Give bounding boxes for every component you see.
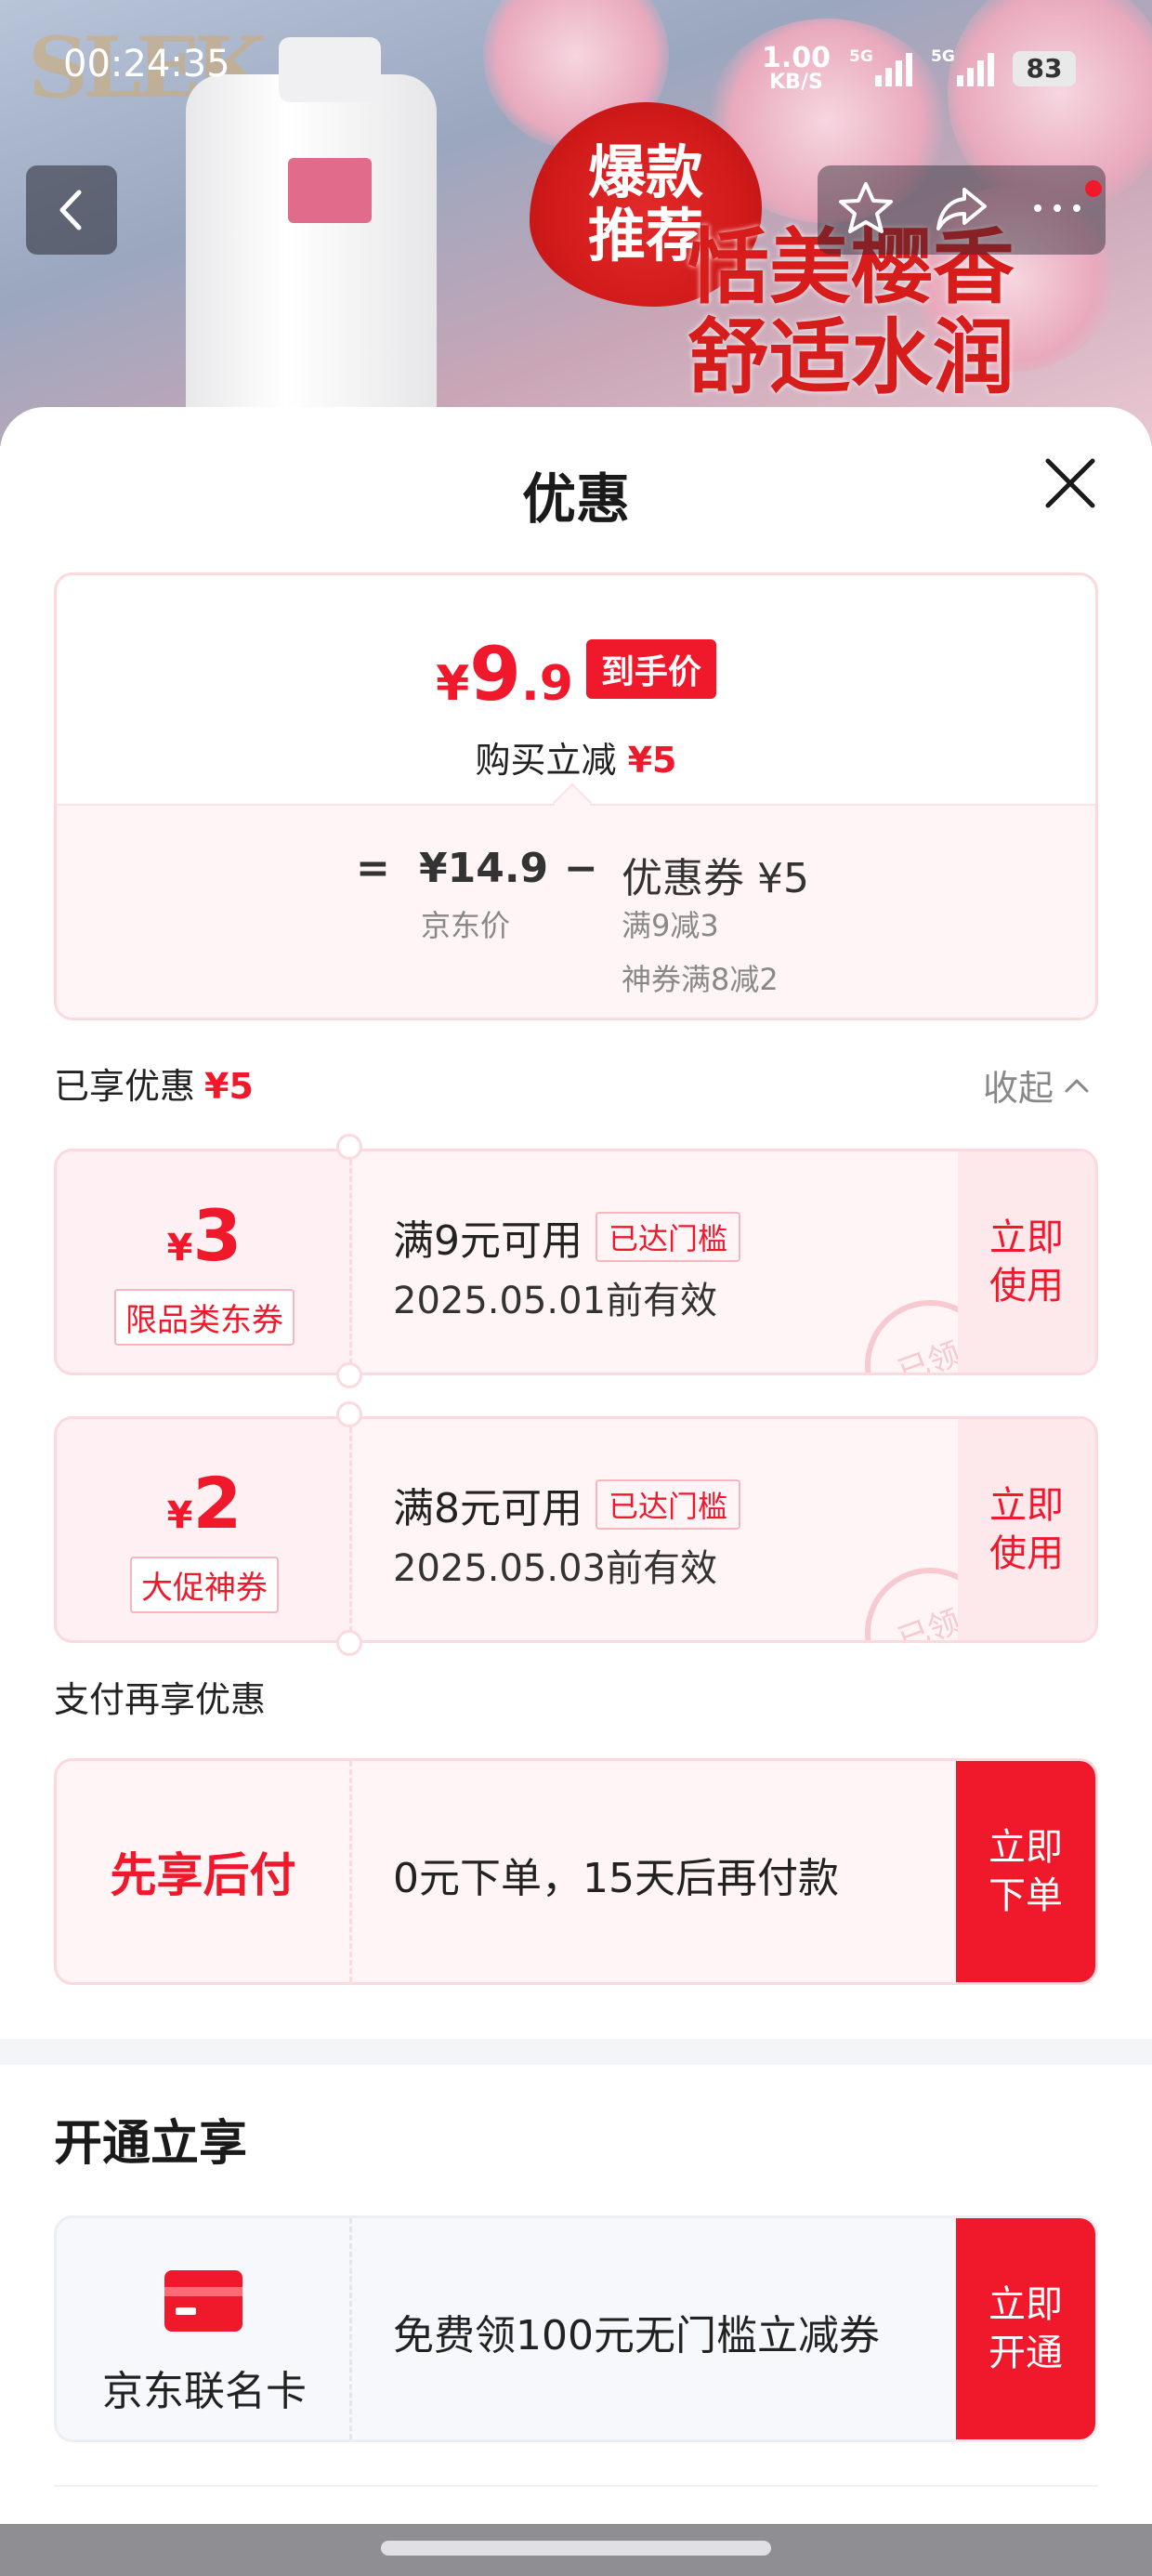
ticket-notch — [336, 1134, 362, 1160]
coupon-kind: 限品类东券 — [57, 1289, 352, 1346]
coupon-yen: ¥ — [166, 1227, 193, 1269]
use-now-button[interactable]: 立即 使用 — [958, 1151, 1095, 1373]
status-bar: 00:24:35 1.00 KB/S 5G 5G 83 — [0, 37, 1152, 102]
hot-badge-line2: 推荐 — [587, 202, 703, 269]
enjoyed-discount-label: 已享优惠 ¥5 — [54, 1058, 254, 1109]
final-price-yen: ¥ — [436, 656, 470, 712]
coupon-expiry: 2025.05.03前有效 — [393, 1547, 718, 1590]
threshold-reached-badge: 已达门槛 — [596, 1212, 741, 1262]
jd-price-label: 京东价 — [421, 908, 511, 943]
open-section-title: 开通立享 — [54, 2116, 248, 2172]
coupon-kind: 大促神券 — [57, 1557, 352, 1613]
coupon-card: ¥2 大促神券 满8元可用 已达门槛 2025.05.03前有效 已领 立即 使用 — [54, 1416, 1098, 1643]
credit-card-icon — [164, 2270, 242, 2332]
favorite-button[interactable] — [837, 180, 895, 240]
coupon-value: ¥2 — [57, 1462, 352, 1544]
order-now-button[interactable]: 立即 下单 — [956, 1761, 1095, 1982]
activate-now-button[interactable]: 立即 开通 — [956, 2218, 1095, 2439]
bottom-divider — [54, 2485, 1098, 2487]
net-speed-value: 1.00 — [761, 42, 831, 74]
section-divider — [0, 2039, 1152, 2065]
card-offer-desc: 免费领100元无门槛立减券 — [393, 2312, 880, 2359]
ticket-notch — [336, 1401, 362, 1427]
final-price-card: ¥9.9 到手价 购买立减 ¥5 = ¥14.9 京东价 − 优惠券 ¥5 满9减3… — [54, 572, 1098, 1020]
more-icon — [1034, 204, 1081, 212]
promo-line2: 舒适水润 — [687, 309, 1015, 405]
home-indicator[interactable] — [381, 2541, 771, 2556]
coupon-condition-text: 满8元可用 — [393, 1485, 583, 1532]
final-price: ¥9.9 到手价 — [57, 631, 1095, 717]
chevron-up-icon — [1065, 1079, 1089, 1092]
battery-icon: 83 — [1013, 51, 1076, 86]
enjoyed-amount: ¥5 — [204, 1066, 254, 1107]
status-indicators: 1.00 KB/S 5G 5G 83 — [762, 45, 1076, 93]
pay-later-desc: 0元下单，15天后再付款 — [393, 1855, 839, 1902]
final-price-decimal: .9 — [520, 656, 573, 712]
calc-minus: − — [564, 845, 598, 892]
coupon-kind-label: 大促神券 — [130, 1557, 279, 1613]
coupon-yen: ¥ — [166, 1494, 193, 1537]
instant-reduce: 购买立减 ¥5 — [57, 731, 1095, 782]
coupon-condition-text: 满9元可用 — [393, 1217, 583, 1265]
pay-section-label: 支付再享优惠 — [54, 1679, 267, 1720]
coupon-condition: 满8元可用 已达门槛 — [393, 1475, 741, 1534]
more-button[interactable] — [1028, 199, 1086, 221]
collapse-button[interactable]: 收起 — [983, 1059, 1091, 1111]
card-name: 京东联名卡 — [102, 2368, 307, 2415]
close-icon[interactable] — [1037, 450, 1104, 517]
coupon-expiry: 2025.05.01前有效 — [393, 1280, 718, 1322]
signal-icon: 5G — [849, 47, 912, 86]
coupon-rule: 满9减3 — [622, 908, 719, 943]
coupon-kind-label: 限品类东券 — [114, 1289, 295, 1346]
signal-tag: 5G — [931, 47, 955, 66]
use-now-button[interactable]: 立即 使用 — [958, 1419, 1095, 1640]
sheet-title: 优惠 — [521, 467, 630, 531]
coupon-card: ¥3 限品类东券 满9元可用 已达门槛 2025.05.01前有效 已领 立即 使… — [54, 1149, 1098, 1375]
coupon-amount: 3 — [192, 1194, 242, 1277]
enjoyed-label-text: 已享优惠 — [54, 1066, 196, 1107]
signal-icon: 5G — [931, 47, 994, 86]
discount-sheet: 优惠 ¥9.9 到手价 购买立减 ¥5 = ¥14.9 京东价 − 优惠券 ¥5 满… — [0, 407, 1152, 2576]
final-price-tag: 到手价 — [585, 639, 716, 699]
product-bottle — [186, 74, 437, 427]
back-button[interactable] — [26, 165, 117, 255]
status-time: 00:24:35 — [63, 43, 230, 85]
ticket-notch — [336, 1362, 362, 1388]
share-button[interactable] — [933, 180, 990, 240]
signal-tag: 5G — [849, 47, 873, 66]
collapse-label: 收起 — [983, 1068, 1054, 1109]
hot-badge-line1: 爆款 — [587, 138, 703, 206]
co-brand-card-offer: 京东联名卡 免费领100元无门槛立减券 立即 开通 — [54, 2215, 1098, 2442]
coupon-total: 优惠券 ¥5 — [622, 855, 809, 902]
net-speed: 1.00 KB/S — [762, 45, 831, 93]
star-icon — [838, 182, 893, 233]
pay-later-card: 先享后付 0元下单，15天后再付款 立即 下单 — [54, 1758, 1098, 1985]
top-actions — [818, 165, 1106, 255]
product-bottle-band — [288, 158, 372, 223]
coupon-condition: 满9元可用 已达门槛 — [393, 1207, 741, 1267]
chevron-left-icon — [59, 190, 82, 230]
jd-price: ¥14.9 — [419, 845, 549, 892]
final-price-integer: 9 — [469, 631, 521, 717]
calc-equals: = — [356, 845, 390, 892]
notification-dot — [1085, 180, 1102, 197]
share-icon — [936, 188, 987, 230]
ticket-notch — [336, 1630, 362, 1656]
coupon-amount: 2 — [192, 1462, 242, 1544]
instant-reduce-label: 购买立减 — [475, 740, 617, 781]
pay-later-name: 先享后付 — [57, 1761, 352, 1982]
net-speed-unit: KB/S — [769, 71, 823, 94]
threshold-reached-badge: 已达门槛 — [596, 1479, 741, 1530]
coupon-rule: 神券满8减2 — [622, 962, 779, 997]
price-breakdown — [57, 804, 1095, 1018]
coupon-value: ¥3 — [57, 1194, 352, 1277]
instant-reduce-amount: ¥5 — [627, 740, 677, 781]
